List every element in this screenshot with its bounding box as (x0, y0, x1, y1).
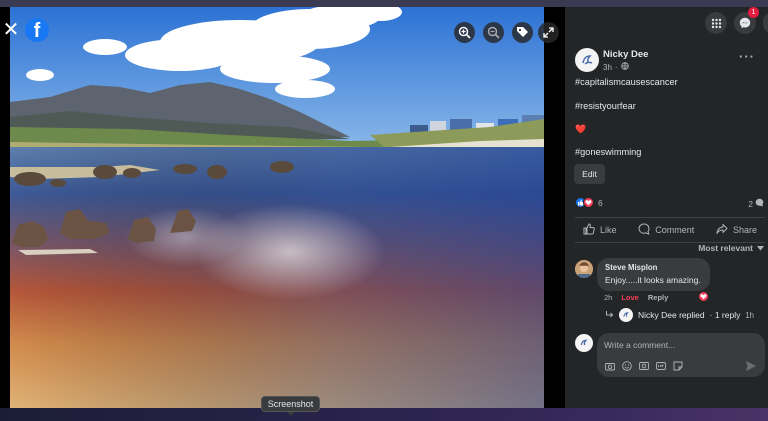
zoom-out-icon[interactable] (483, 22, 504, 43)
emoji-icon[interactable] (621, 360, 632, 371)
view-replies-link[interactable]: Nicky Dee replied · 1 reply 1h (605, 308, 754, 322)
composer-tools (604, 360, 683, 371)
top-strip (0, 0, 768, 7)
post-line-hashtag[interactable]: #goneswimming (575, 147, 641, 157)
header-icons: 1 (705, 7, 768, 34)
post-time[interactable]: 3h (603, 63, 612, 72)
comment-button[interactable]: Comment (630, 218, 702, 242)
photo-tools (454, 22, 533, 43)
notification-badge: 1 (748, 7, 759, 18)
comment-input[interactable] (604, 338, 744, 352)
tag-icon[interactable] (512, 22, 533, 43)
photo (10, 7, 544, 408)
zoom-in-icon[interactable] (454, 22, 475, 43)
comment-bubble-icon (755, 198, 764, 209)
reply-arrow-icon (605, 310, 614, 321)
comment-count-value: 2 (748, 198, 753, 209)
comment-actions: 2h Love Reply (604, 293, 668, 302)
reply-count: · 1 reply (709, 310, 741, 320)
comment-composer (597, 333, 765, 377)
love-button[interactable]: Love (621, 293, 639, 302)
photo-icon[interactable] (638, 360, 649, 371)
post-meta: 3h · (603, 62, 629, 72)
account-icon[interactable] (763, 12, 768, 34)
comment-sort-dropdown[interactable]: Most relevant (698, 243, 764, 253)
comment-time[interactable]: 2h (604, 293, 612, 302)
post-author[interactable]: Nicky Dee (603, 49, 648, 60)
bottom-strip (0, 408, 768, 421)
sort-label: Most relevant (698, 243, 753, 253)
post-line-heart: ❤️ (575, 124, 587, 134)
dot-separator: · (614, 62, 618, 72)
reply-time: 1h (745, 310, 755, 320)
post-line-hashtag[interactable]: #capitalismcausescancer (575, 77, 678, 87)
comment-icon (638, 223, 650, 237)
post-header: Nicky Dee 3h · ··· (575, 48, 765, 74)
facebook-logo[interactable]: f (25, 18, 49, 42)
reaction-count: 6 (598, 197, 603, 208)
like-label: Like (600, 225, 617, 235)
sticker-icon[interactable] (672, 360, 683, 371)
comment-count[interactable]: 2 (748, 198, 764, 209)
post-panel: 1 Nicky Dee 3h · ··· #capitalismcausesca… (565, 7, 768, 408)
thumbs-up-icon (583, 223, 595, 237)
comment-author[interactable]: Steve Misplon (605, 263, 702, 272)
camera-icon[interactable] (604, 360, 615, 371)
screenshot-tooltip: Screenshot (261, 396, 320, 416)
gif-icon[interactable] (655, 360, 666, 371)
post-actions: Like Comment Share (575, 218, 765, 242)
more-options-icon[interactable]: ··· (739, 50, 755, 63)
avatar[interactable] (575, 48, 599, 72)
comment-love-reaction-icon[interactable] (698, 291, 709, 302)
menu-grid-icon[interactable] (705, 12, 727, 34)
commenter-avatar[interactable] (575, 260, 593, 278)
caret-down-icon (757, 243, 764, 253)
comment-label: Comment (655, 225, 695, 235)
expand-icon[interactable] (538, 22, 559, 43)
edit-button[interactable]: Edit (574, 164, 605, 184)
reaction-summary[interactable]: 6 (575, 197, 603, 208)
replied-text: Nicky Dee replied (638, 310, 705, 320)
comment-bubble: Steve Misplon Enjoy.....it looks amazing… (597, 258, 710, 291)
composer-avatar (575, 334, 593, 352)
reply-button[interactable]: Reply (648, 293, 668, 302)
close-icon[interactable]: ✕ (0, 19, 22, 41)
send-icon[interactable] (745, 359, 757, 371)
photo-viewer: ✕ f (0, 7, 565, 408)
post-line-hashtag[interactable]: #resistyourfear (575, 101, 636, 111)
love-reaction-icon (583, 197, 594, 208)
globe-icon (620, 62, 629, 72)
comment-text: Enjoy.....it looks amazing. (605, 275, 701, 285)
share-icon (716, 223, 728, 237)
messenger-icon[interactable]: 1 (734, 7, 759, 34)
share-button[interactable]: Share (708, 218, 765, 242)
like-button[interactable]: Like (575, 218, 625, 242)
replier-avatar (619, 308, 633, 322)
share-label: Share (732, 225, 757, 235)
